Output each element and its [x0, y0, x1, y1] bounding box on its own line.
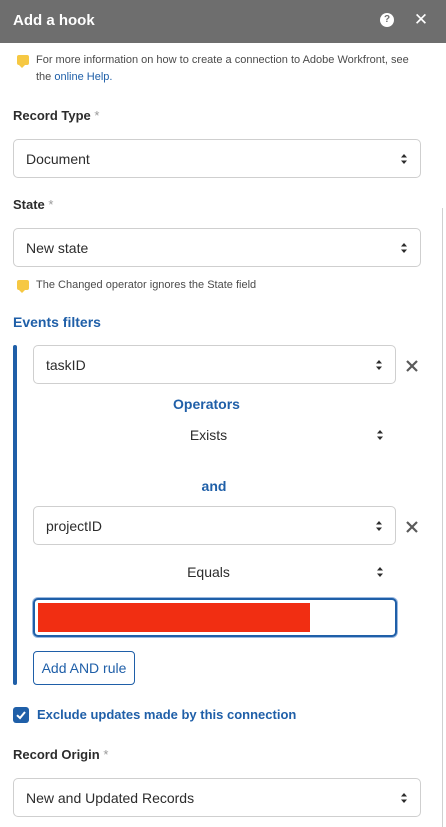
- state-note: The Changed operator ignores the State f…: [36, 279, 257, 291]
- redacted-value: [38, 603, 310, 632]
- rule2-value-input[interactable]: [33, 598, 397, 637]
- select-arrows-icon: [377, 567, 383, 577]
- record-origin-value: New and Updated Records: [26, 789, 195, 806]
- record-type-select[interactable]: Document: [13, 139, 421, 178]
- rule2-operator-value: Equals: [187, 564, 230, 580]
- select-arrows-icon: [376, 359, 382, 370]
- rule2-operator-select[interactable]: Equals: [33, 564, 384, 582]
- remove-rule-icon[interactable]: [405, 359, 419, 373]
- select-arrows-icon: [401, 153, 407, 164]
- online-help-link[interactable]: online Help.: [54, 71, 112, 83]
- and-conjunction: and: [201, 478, 227, 494]
- rule2-field-value: projectID: [46, 517, 103, 534]
- record-type-label: Record Type *: [13, 108, 100, 123]
- select-arrows-icon: [401, 242, 407, 253]
- rule1-operator-select[interactable]: Exists: [33, 427, 384, 445]
- rule2-field-select[interactable]: projectID: [33, 506, 396, 545]
- state-value: New state: [26, 239, 89, 256]
- select-arrows-icon: [401, 792, 407, 803]
- add-and-rule-button[interactable]: Add AND rule: [33, 651, 135, 685]
- info-note: For more information on how to create a …: [36, 52, 426, 86]
- select-arrows-icon: [376, 520, 382, 531]
- question-icon[interactable]: ?: [380, 13, 394, 27]
- rule1-field-value: taskID: [46, 356, 86, 373]
- select-arrows-icon: [377, 430, 383, 440]
- state-label: State *: [13, 197, 54, 212]
- checkmark-icon: [16, 711, 26, 720]
- exclude-updates-checkbox[interactable]: [13, 707, 29, 723]
- scrollbar[interactable]: [442, 208, 443, 827]
- rule1-operator-value: Exists: [189, 427, 228, 443]
- dialog-title: Add a hook: [13, 12, 95, 29]
- record-origin-select[interactable]: New and Updated Records: [13, 778, 421, 817]
- operators-label: Operators: [173, 396, 240, 412]
- events-filters-label: Events filters: [13, 314, 101, 330]
- dialog-header: Add a hook ? ✕: [0, 0, 446, 43]
- note-icon: [17, 55, 29, 68]
- rule1-field-select[interactable]: taskID: [33, 345, 396, 384]
- remove-rule-icon[interactable]: [405, 520, 419, 534]
- record-origin-label: Record Origin *: [13, 747, 109, 762]
- record-type-value: Document: [26, 150, 90, 167]
- state-select[interactable]: New state: [13, 228, 421, 267]
- note-icon: [17, 280, 29, 293]
- exclude-updates-label[interactable]: Exclude updates made by this connection: [37, 707, 296, 722]
- close-icon[interactable]: ✕: [413, 10, 429, 30]
